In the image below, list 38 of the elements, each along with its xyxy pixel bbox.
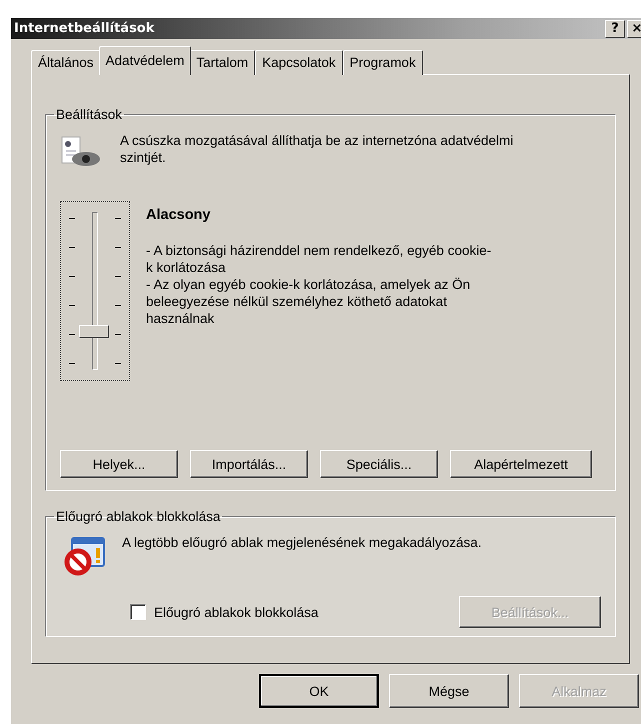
tick-mark [69,276,75,277]
level-description: - Az olyan egyéb cookie-k korlátozása, amelyek az Ön beleegyezése nélkül személyhez köthető adatokat használnak [146,276,472,327]
tick-mark [115,276,121,277]
tab[interactable]: Kapcsolatok [255,50,343,75]
tab[interactable]: Adatvédelem [98,46,192,75]
tick-mark [115,363,121,364]
intro-text: A csúszka mozgatásával állíthatja be az internetzóna adatvédelmi szintjét. [120,132,514,166]
blocked-window-icon [64,536,106,576]
settings-button[interactable]: Importálás... [190,450,308,478]
intro-text: A legtöbb előugró ablak megjelenésének megakadályozása. [122,534,482,551]
tick-mark [69,247,75,248]
tab[interactable]: Általános [31,50,101,75]
level-description: - A biztonsági házirenddel nem rendelkező, egyéb cookie-k korlátozása [146,242,492,276]
tab[interactable]: Tartalom [189,50,256,75]
help-button[interactable]: ? [605,20,625,38]
tick-mark [115,218,121,219]
settings-button[interactable]: Speciális... [320,450,438,478]
level-name: Alacsony [146,207,212,224]
privacy-slider[interactable] [60,201,130,381]
tab[interactable]: Programok [342,50,423,75]
close-button[interactable]: × [627,20,641,38]
group-title: Beállítások [55,107,124,122]
tick-mark [115,247,121,248]
checkbox-label[interactable]: Előugró ablakok blokkolása [154,604,318,620]
tick-mark [69,218,75,219]
settings-button[interactable]: Alapértelmezett [450,450,592,478]
tick-mark [69,305,75,306]
settings-button[interactable]: Helyek... [60,450,178,478]
slider-thumb[interactable] [79,324,109,338]
tick-mark [115,334,121,335]
tick-mark [115,305,121,306]
window-title: Internetbeállítások [14,21,154,36]
dialog-button[interactable]: Mégse [389,674,509,708]
dialog-button[interactable]: OK [259,674,379,708]
tick-mark [69,363,75,364]
checkbox[interactable] [130,604,146,620]
tick-mark [69,334,75,335]
group-title: Előugró ablakok blokkolása [55,509,222,524]
